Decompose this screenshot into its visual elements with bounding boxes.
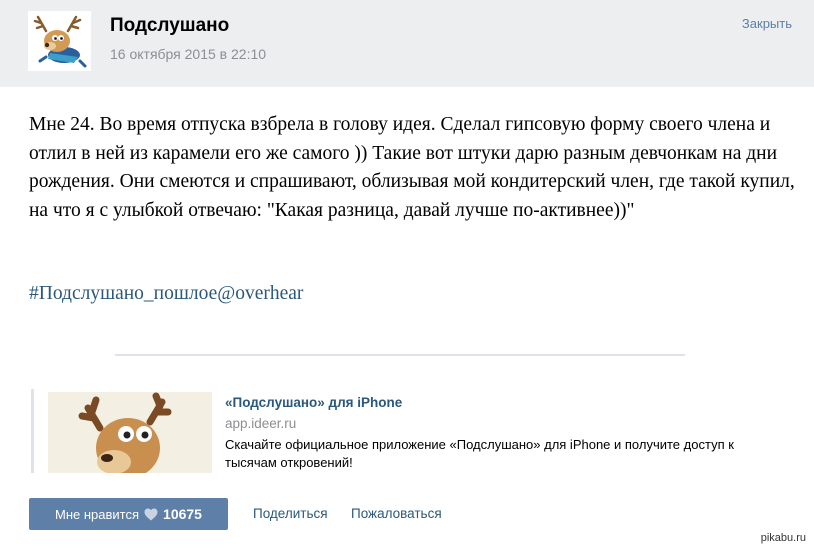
heart-icon — [144, 508, 158, 521]
close-link[interactable]: Закрыть — [742, 16, 792, 31]
deer-thumbnail-icon[interactable] — [48, 392, 212, 473]
like-label: Мне нравится — [55, 506, 140, 522]
like-count: 10675 — [163, 506, 202, 522]
group-name[interactable]: Подслушано — [110, 15, 229, 37]
deer-avatar-icon[interactable] — [28, 11, 91, 71]
post-text: Мне 24. Во время отпуска взбрела в голов… — [29, 114, 795, 221]
report-link[interactable]: Пожаловаться — [351, 506, 442, 521]
like-button[interactable]: Мне нравится 10675 — [29, 498, 228, 530]
post-date[interactable]: 16 октября 2015 в 22:10 — [110, 46, 266, 62]
watermark: pikabu.ru — [758, 532, 808, 544]
app-attachment: «Подслушано» для iPhone app.ideer.ru Ска… — [31, 389, 791, 473]
hashtag-link[interactable]: #Подслушано_пошлое@overhear — [29, 283, 303, 305]
attachment-description: Скачайте официальное приложение «Подслуш… — [225, 437, 734, 470]
post-header: Подслушано 16 октября 2015 в 22:10 Закры… — [0, 0, 814, 87]
share-link[interactable]: Поделиться — [253, 506, 328, 521]
attachment-title-link[interactable]: «Подслушано» для iPhone — [225, 395, 402, 410]
divider — [115, 354, 685, 356]
attachment-domain: app.ideer.ru — [225, 416, 297, 431]
